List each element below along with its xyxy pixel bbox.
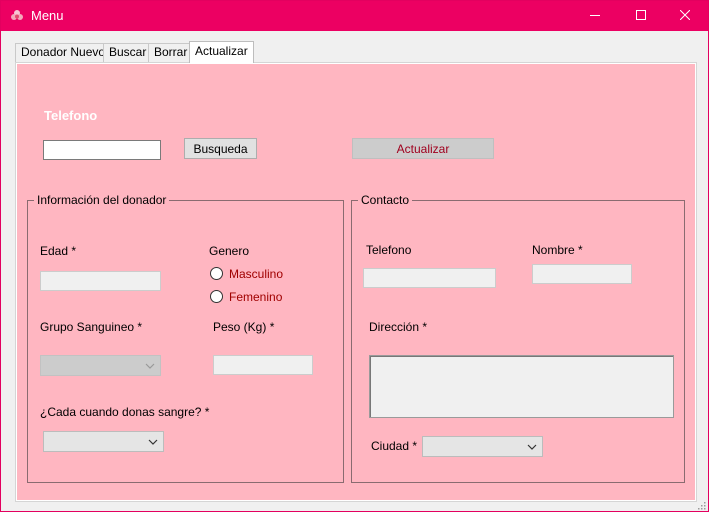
contact-phone-field[interactable] — [363, 268, 496, 288]
maximize-icon — [636, 9, 646, 23]
search-button[interactable]: Busqueda — [184, 138, 257, 159]
tab-borrar[interactable]: Borrar — [148, 43, 194, 62]
search-phone-input[interactable] — [43, 140, 161, 160]
donation-frequency-label: ¿Cada cuando donas sangre? * — [40, 405, 210, 419]
chevron-down-icon — [527, 441, 537, 451]
gender-female-radio[interactable] — [210, 290, 223, 303]
blood-type-label: Grupo Sanguineo * — [40, 320, 143, 334]
maximize-button[interactable] — [618, 1, 664, 31]
gender-label: Genero — [209, 244, 250, 258]
donor-info-group-title: Información del donador — [34, 193, 170, 207]
contact-group-title: Contacto — [358, 193, 413, 207]
weight-label: Peso (Kg) * — [213, 320, 275, 334]
tab-actualizar[interactable]: Actualizar — [189, 41, 254, 63]
minimize-button[interactable] — [572, 1, 618, 31]
resize-grip-icon[interactable] — [696, 499, 706, 510]
minimize-icon — [590, 9, 600, 23]
search-phone-heading: Telefono — [44, 108, 98, 123]
address-field[interactable] — [369, 355, 674, 418]
city-label: Ciudad * — [371, 439, 418, 453]
flower-app-icon — [10, 9, 24, 23]
donation-frequency-select[interactable] — [43, 431, 164, 452]
city-select[interactable] — [422, 436, 543, 457]
age-label: Edad * — [40, 244, 77, 258]
gender-male-radio[interactable] — [210, 267, 223, 280]
update-button[interactable]: Actualizar — [352, 138, 494, 159]
chevron-down-icon — [145, 360, 155, 370]
close-button[interactable] — [662, 1, 708, 31]
contact-phone-label: Telefono — [366, 243, 412, 257]
gender-female-label[interactable]: Femenino — [229, 290, 282, 304]
tab-buscar[interactable]: Buscar — [103, 43, 153, 62]
chevron-down-icon — [148, 436, 158, 446]
window-title: Menu — [31, 8, 64, 23]
name-field[interactable] — [532, 264, 632, 284]
weight-field[interactable] — [213, 355, 313, 375]
title-bar[interactable]: Menu — [1, 1, 708, 31]
close-icon — [679, 9, 691, 23]
gender-male-label[interactable]: Masculino — [229, 267, 283, 281]
blood-type-select[interactable] — [40, 355, 161, 376]
address-label: Dirección * — [369, 320, 428, 334]
tab-donador-nuevo[interactable]: Donador Nuevo — [15, 43, 112, 62]
name-label: Nombre * — [532, 243, 583, 257]
app-window: Menu Donador Nuevo Buscar Borrar Actuali… — [0, 0, 709, 512]
age-field[interactable] — [40, 271, 161, 291]
